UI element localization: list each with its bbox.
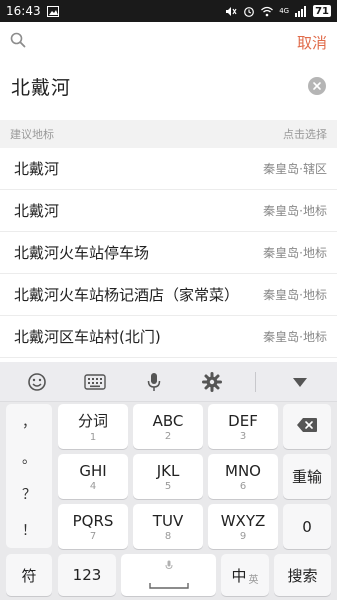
key-label: 搜索: [287, 566, 318, 585]
mute-icon: [225, 6, 237, 17]
punct-key-question[interactable]: ？: [22, 484, 36, 504]
key-digit: 2: [164, 430, 172, 442]
punct-key-period[interactable]: 。: [22, 448, 36, 468]
microphone-icon[interactable]: [139, 367, 169, 397]
image-icon: [46, 5, 59, 17]
soft-keyboard: ， 。 ？ ！ 分词 1 ABC 2 DEF 3 GHI 4 JKL 5 MNO…: [0, 362, 337, 600]
alarm-icon: [243, 6, 255, 17]
key-label: 符: [21, 566, 37, 585]
key-label: GHI: [79, 461, 107, 480]
list-item-name: 北戴河: [14, 160, 60, 178]
key-digit: 5: [164, 480, 172, 492]
list-item-region: 秦皇岛·地标: [263, 288, 327, 302]
list-item-name: 北戴河火车站停车场: [14, 244, 150, 262]
key-digit: 7: [89, 530, 97, 542]
list-item[interactable]: 北戴河 秦皇岛·地标: [0, 190, 337, 232]
suggestion-header-label: 建议地标: [10, 128, 54, 141]
keyboard-toolbar: [0, 362, 337, 402]
key-label: TUV: [152, 511, 184, 530]
key-5[interactable]: JKL 5: [133, 454, 203, 499]
search-icon: [10, 32, 26, 52]
search-key[interactable]: 搜索: [274, 554, 331, 596]
network-type: 4G: [279, 7, 290, 15]
list-item-region: 秦皇岛·地标: [263, 204, 327, 218]
suggestion-header-hint: 点击选择: [283, 128, 327, 141]
clear-icon[interactable]: [308, 77, 326, 95]
key-4[interactable]: GHI 4: [58, 454, 128, 499]
toolbar-divider: [255, 371, 257, 392]
search-bar: 取消: [0, 22, 337, 62]
key-2[interactable]: ABC 2: [133, 404, 203, 449]
language-switch-key[interactable]: 中 英: [221, 554, 269, 596]
symbols-key[interactable]: 符: [6, 554, 52, 596]
punctuation-column[interactable]: ， 。 ？ ！: [6, 404, 52, 548]
key-label: WXYZ: [220, 511, 266, 530]
signal-icon: [295, 5, 307, 17]
key-9[interactable]: WXYZ 9: [208, 504, 278, 549]
key-3[interactable]: DEF 3: [208, 404, 278, 449]
keyboard-icon[interactable]: [80, 367, 110, 397]
list-item-region: 秦皇岛·辖区: [263, 162, 327, 176]
list-item-name: 北戴河: [14, 202, 60, 220]
search-input[interactable]: 北戴河: [0, 62, 337, 110]
key-label: 分词: [77, 412, 108, 430]
key-8[interactable]: TUV 8: [133, 504, 203, 549]
zero-key[interactable]: 0: [283, 504, 331, 549]
reenter-key[interactable]: 重输: [283, 454, 331, 499]
suggestion-header: 建议地标 点击选择: [0, 120, 337, 148]
key-7[interactable]: PQRS 7: [58, 504, 128, 549]
space-bar-icon: [148, 575, 189, 594]
key-digit: 9: [239, 530, 247, 542]
key-6[interactable]: MNO 6: [208, 454, 278, 499]
key-sublabel: 英: [248, 574, 259, 586]
key-label: DEF: [228, 411, 258, 430]
keyboard-keys: ， 。 ？ ！ 分词 1 ABC 2 DEF 3 GHI 4 JKL 5 MNO…: [0, 402, 337, 600]
list-item[interactable]: 北戴河火车站停车场 秦皇岛·地标: [0, 232, 337, 274]
key-label: 重输: [291, 468, 322, 486]
key-label: ABC: [152, 411, 184, 430]
status-time: 16:43: [6, 4, 41, 18]
backspace-icon: [296, 417, 318, 437]
cancel-button[interactable]: 取消: [297, 32, 327, 53]
emoji-icon[interactable]: [22, 367, 52, 397]
space-key[interactable]: [121, 554, 216, 596]
key-digit: 3: [239, 430, 247, 442]
key-label: 0: [302, 517, 312, 536]
key-label: PQRS: [72, 511, 114, 530]
list-item-region: 秦皇岛·地标: [263, 330, 327, 344]
list-item-name: 北戴河区车站村(北门): [14, 328, 161, 346]
key-label: 123: [72, 566, 102, 584]
punct-key-comma[interactable]: ，: [22, 412, 36, 432]
key-label: JKL: [156, 461, 180, 480]
key-digit: 6: [239, 480, 247, 492]
list-item-name: 北戴河火车站杨记酒店（家常菜）: [14, 286, 240, 304]
key-label: 中: [231, 566, 247, 585]
key-1[interactable]: 分词 1: [58, 404, 128, 449]
status-bar: 16:43 4G 71: [0, 0, 337, 22]
battery-level: 71: [313, 5, 331, 17]
list-item[interactable]: 北戴河 秦皇岛·辖区: [0, 148, 337, 190]
key-digit: 1: [89, 432, 97, 443]
list-item[interactable]: 北戴河火车站杨记酒店（家常菜） 秦皇岛·地标: [0, 274, 337, 316]
numbers-key[interactable]: 123: [58, 554, 116, 596]
backspace-key[interactable]: [283, 404, 331, 449]
key-label: MNO: [225, 461, 261, 480]
wifi-icon: [261, 6, 274, 17]
search-query-text[interactable]: 北戴河: [11, 73, 71, 100]
punct-key-exclaim[interactable]: ！: [22, 520, 36, 540]
list-item-region: 秦皇岛·地标: [263, 246, 327, 260]
space-mic-icon: [165, 556, 173, 575]
collapse-keyboard-icon[interactable]: [285, 367, 315, 397]
settings-icon[interactable]: [197, 367, 227, 397]
key-digit: 4: [89, 480, 97, 492]
key-digit: 8: [164, 530, 172, 542]
list-item[interactable]: 北戴河区车站村(北门) 秦皇岛·地标: [0, 316, 337, 358]
suggestion-list: 北戴河 秦皇岛·辖区 北戴河 秦皇岛·地标 北戴河火车站停车场 秦皇岛·地标 北…: [0, 148, 337, 358]
